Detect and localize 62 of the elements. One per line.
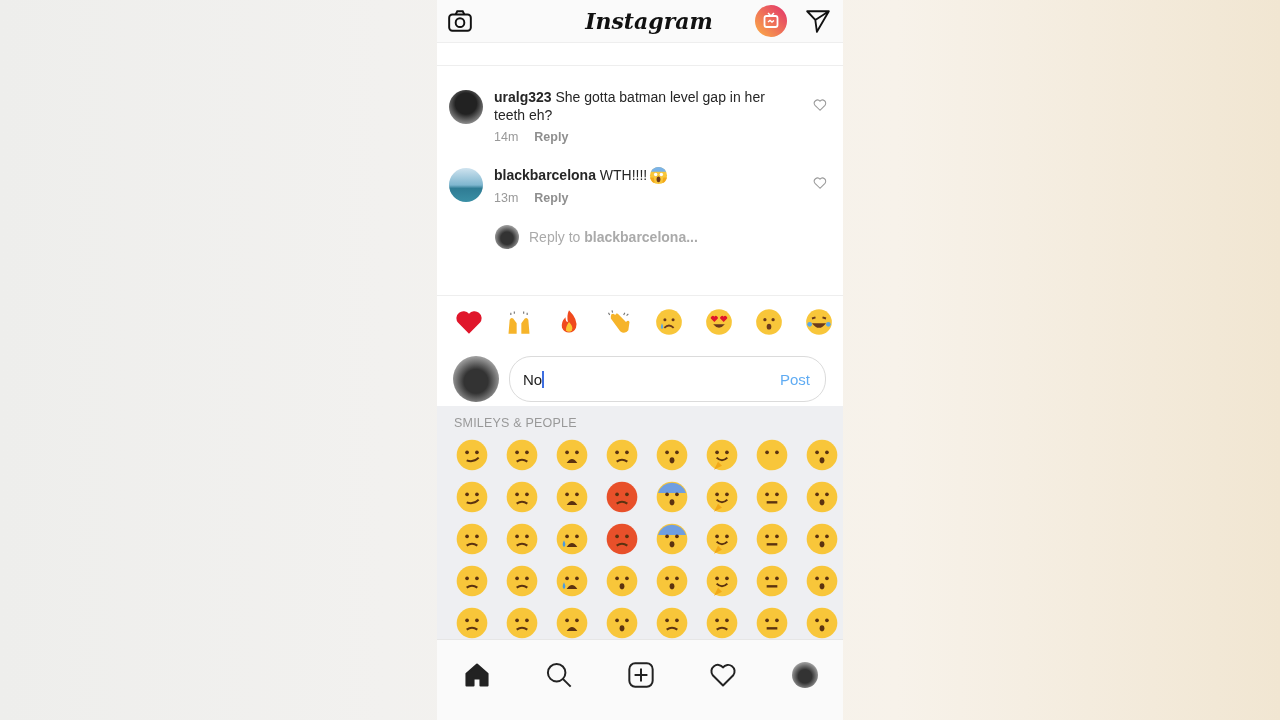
comment-text: blackbarcelona WTH!!!! (494, 165, 648, 184)
emoji-face-icon[interactable] (706, 523, 738, 556)
emoji-face-icon[interactable] (456, 565, 488, 598)
emoji-face-icon[interactable] (506, 439, 538, 472)
emoji-face-icon[interactable] (606, 565, 638, 598)
comment-time: 14m (494, 129, 519, 144)
comment-input-field[interactable]: No Post (509, 356, 826, 403)
emoji-face-icon[interactable] (506, 607, 538, 640)
emoji-face-icon[interactable] (756, 607, 788, 640)
camera-icon[interactable] (447, 7, 473, 34)
emoji-face-icon[interactable] (805, 307, 833, 336)
send-icon[interactable] (805, 7, 831, 34)
emoji-face-icon[interactable] (506, 565, 538, 598)
like-icon[interactable] (813, 175, 827, 190)
emoji-face-icon[interactable] (606, 439, 638, 472)
emoji-face-icon[interactable] (506, 481, 538, 514)
emoji-face-icon[interactable] (756, 523, 788, 556)
avatar-photo[interactable] (449, 89, 483, 124)
app-logo: Instagram (585, 7, 713, 34)
emoji-face-icon[interactable] (706, 565, 738, 598)
emoji-face-icon[interactable] (656, 607, 688, 640)
emoji-face-icon[interactable] (556, 565, 588, 598)
emoji-face-icon[interactable] (706, 607, 738, 640)
tv-icon[interactable] (755, 4, 787, 37)
emoji-face-icon[interactable] (556, 607, 588, 640)
emoji-face-icon[interactable] (756, 481, 788, 514)
emoji-face-icon[interactable] (756, 565, 788, 598)
comment-text: uralg323 She gotta batman level gap in her teeth eh? (494, 87, 766, 124)
emoji-face-icon[interactable] (806, 523, 838, 556)
comment-time: 13m (494, 190, 519, 205)
reply-link[interactable]: Reply (534, 129, 569, 144)
emoji-face-icon[interactable] (456, 523, 488, 556)
emoji-face-icon[interactable] (456, 607, 488, 640)
emoji-face-icon[interactable] (656, 439, 688, 472)
emoji-face-icon[interactable] (806, 565, 838, 598)
avatar-photo (453, 356, 499, 403)
emoji-face-icon[interactable] (456, 481, 488, 514)
post-button[interactable]: Post (765, 357, 825, 402)
emoji-face-icon[interactable] (656, 481, 688, 514)
emoji-face-icon[interactable] (556, 481, 588, 514)
emoji-face-icon[interactable] (706, 481, 738, 514)
emoji-face-icon[interactable] (755, 307, 783, 336)
avatar-photo (495, 224, 519, 249)
emoji-face-icon[interactable] (706, 439, 738, 472)
emoji-face-icon[interactable] (806, 607, 838, 640)
emoji-face-icon[interactable] (556, 523, 588, 556)
emoji-face-icon[interactable] (556, 439, 588, 472)
reply-prompt[interactable]: Reply to blackbarcelona... (529, 228, 698, 245)
like-icon[interactable] (813, 97, 827, 112)
emoji-face-icon[interactable] (606, 607, 638, 640)
emoji-face-icon[interactable] (606, 523, 638, 556)
emoji-face-icon[interactable] (655, 307, 683, 336)
emoji-face-icon[interactable] (806, 481, 838, 514)
emoji-face-icon[interactable] (656, 523, 688, 556)
emoji-face-icon[interactable] (506, 523, 538, 556)
reply-link[interactable]: Reply (534, 190, 569, 205)
emoji-face-icon[interactable] (656, 565, 688, 598)
emoji-face-icon[interactable] (456, 439, 488, 472)
emoji-face-icon[interactable] (806, 439, 838, 472)
emoji-face-icon[interactable] (606, 481, 638, 514)
section-title: SMILEYS & PEOPLE (453, 416, 578, 431)
emoji-face-icon[interactable] (705, 307, 733, 336)
